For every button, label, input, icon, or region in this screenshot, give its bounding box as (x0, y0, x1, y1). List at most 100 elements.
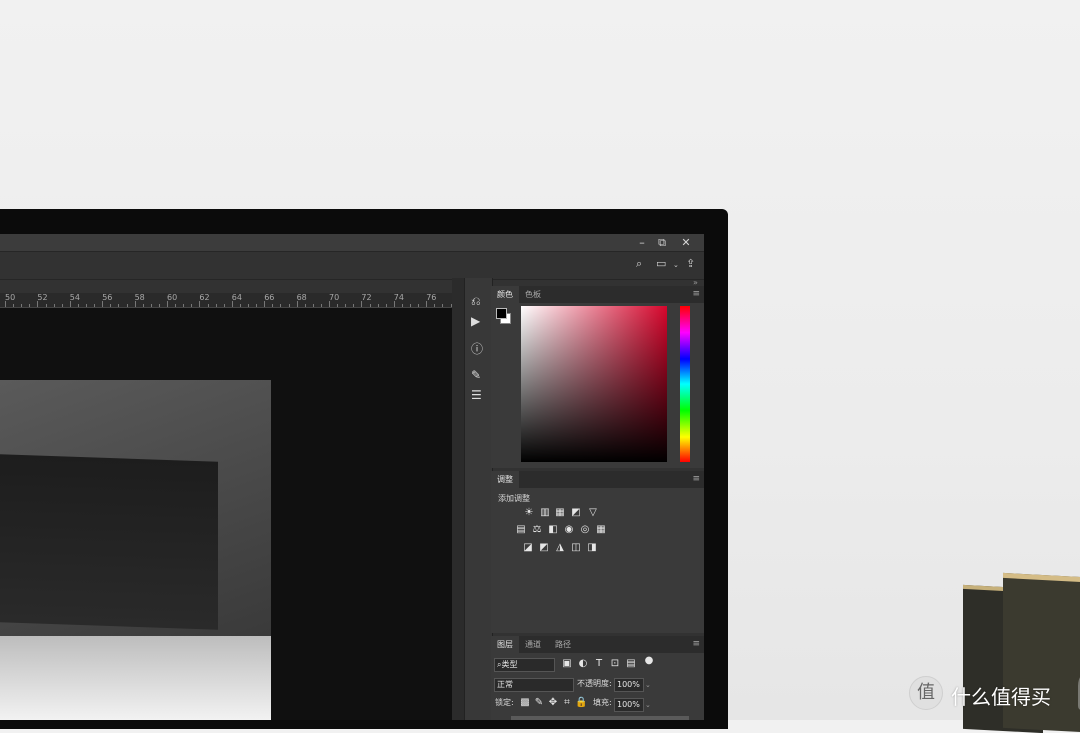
panel-menu-icon[interactable]: ≡ (692, 639, 700, 649)
image-filter-icon[interactable]: ▣ (561, 658, 573, 670)
ruler-tick (239, 304, 241, 307)
panel-menu-icon[interactable]: ≡ (692, 289, 700, 299)
minimize-button[interactable]: – (632, 234, 652, 251)
gradient-map-icon[interactable]: ◨ (586, 542, 598, 554)
ruler-tick (134, 301, 136, 307)
ruler-tick (361, 301, 363, 307)
exposure-icon[interactable]: ◩ (570, 507, 582, 519)
horizontal-ruler: 50 52 54 56 58 60 62 64 66 68 70 72 74 76 (0, 293, 452, 308)
sliders-icon[interactable]: ☰ (471, 388, 482, 402)
ruler-tick (231, 301, 233, 307)
opacity-input[interactable]: 100% (614, 678, 644, 692)
black-white-icon[interactable]: ◧ (547, 524, 559, 536)
vibrance-icon[interactable]: ▽ (587, 507, 599, 519)
ruler-tick (175, 304, 177, 307)
info-icon[interactable]: ⓘ (471, 342, 483, 356)
lock-brush-icon[interactable]: ✎ (533, 697, 545, 709)
brush-icon[interactable]: ✎ (471, 368, 481, 382)
fill-label: 填充: (593, 698, 612, 707)
ruler-tick (264, 301, 266, 307)
filter-toggle-icon[interactable]: ● (643, 655, 655, 667)
photo-filter-icon[interactable]: ◉ (563, 524, 575, 536)
fill-input[interactable]: 100% (614, 698, 644, 712)
ruler-tick (45, 304, 47, 307)
watermark-logo: 值 (909, 676, 943, 710)
layer-filter-select[interactable]: ⌕类型 (494, 658, 555, 672)
color-picker-field[interactable] (521, 306, 667, 462)
threshold-icon[interactable]: ◮ (554, 542, 566, 554)
hue-slider[interactable] (680, 306, 690, 462)
play-icon[interactable]: ▶ (471, 314, 480, 328)
layer-row-top[interactable] (511, 716, 689, 720)
panel-menu-icon[interactable]: ≡ (692, 474, 700, 484)
adjustment-filter-icon[interactable]: ◐ (577, 658, 589, 670)
smart-object-filter-icon[interactable]: ▤ (625, 658, 637, 670)
invert-icon[interactable]: ◪ (522, 542, 534, 554)
tab-layers[interactable]: 图层 (491, 636, 519, 653)
options-bar: ⌕ ▭ ⌄ ⇪ (0, 251, 704, 280)
ruler-tick (248, 304, 249, 307)
ruler-tick (377, 304, 379, 307)
tab-color[interactable]: 颜色 (491, 286, 519, 303)
lock-label: 锁定: (495, 698, 514, 707)
blend-mode-select[interactable]: 正常 (494, 678, 574, 692)
selective-color-icon[interactable]: ◫ (570, 542, 582, 554)
close-button[interactable]: ✕ (676, 234, 696, 251)
tab-adjustments[interactable]: 调整 (491, 471, 519, 488)
ruler-tick (5, 301, 6, 307)
ruler-tick (191, 304, 193, 307)
foreground-color-swatch[interactable] (496, 308, 507, 319)
ruler-tick (304, 304, 306, 307)
tab-swatches[interactable]: 色板 (519, 286, 547, 303)
chevron-down-icon[interactable]: ⌄ (673, 261, 679, 269)
ruler-tick (61, 304, 63, 307)
tab-channels[interactable]: 通道 (519, 636, 547, 653)
hue-saturation-icon[interactable]: ▤ (515, 524, 527, 536)
lock-all-icon[interactable]: 🔒 (575, 697, 587, 709)
color-lookup-icon[interactable]: ▦ (595, 524, 607, 536)
ruler-label: 64 (231, 293, 242, 302)
color-balance-icon[interactable]: ⚖ (531, 524, 543, 536)
ruler-tick (296, 301, 298, 307)
tab-paths[interactable]: 路径 (549, 636, 577, 653)
ruler-tick (37, 301, 39, 307)
levels-icon[interactable]: ▥ (539, 507, 551, 519)
ruler-label: 66 (264, 293, 275, 302)
ruler-tick (337, 304, 339, 307)
ruler-tick (410, 304, 411, 307)
restore-button[interactable]: ⧉ (652, 234, 672, 251)
title-bar: – ⧉ ✕ (0, 234, 704, 251)
ruler-label: 58 (134, 293, 145, 302)
ruler-tick (199, 301, 201, 307)
chevron-down-icon[interactable]: ⌄ (645, 681, 651, 689)
ruler-tick (21, 304, 23, 307)
ruler-tick (312, 304, 314, 307)
chevron-down-icon[interactable]: ⌄ (645, 701, 651, 709)
share-icon[interactable]: ⇪ (686, 257, 695, 270)
lock-artboard-icon[interactable]: ⌗ (561, 697, 573, 709)
shape-filter-icon[interactable]: ⊡ (609, 658, 621, 670)
curves-icon[interactable]: ▦ (554, 507, 566, 519)
ruler-tick (434, 304, 436, 307)
lock-position-icon[interactable]: ✥ (547, 697, 559, 709)
ruler-label: 62 (199, 293, 210, 302)
search-icon[interactable]: ⌕ (636, 257, 642, 271)
ruler-tick (418, 304, 420, 307)
posterize-icon[interactable]: ◩ (538, 542, 550, 554)
canvas-area[interactable] (0, 308, 452, 720)
ruler-label: 68 (296, 293, 307, 302)
channel-mixer-icon[interactable]: ◎ (579, 524, 591, 536)
ruler-tick (401, 304, 403, 307)
adjustments-panel: 调整 ≡ 添加调整 ☀ ▥ ▦ ◩ ▽ ▤ ⚖ ◧ ◉ ◎ ▦ ◪ ◩ ◮ ◫ ◨ (491, 471, 704, 633)
ruler-label: 74 (393, 293, 404, 302)
ruler-tick (256, 304, 258, 307)
lock-pixels-icon[interactable]: ▩ (519, 697, 531, 709)
ruler-tick (223, 304, 225, 307)
vertical-scrollbar[interactable] (452, 278, 464, 720)
ruler-tick (329, 301, 330, 307)
history-icon[interactable]: ⎌ (471, 294, 481, 308)
workspace-icon[interactable]: ▭ (656, 257, 666, 270)
brightness-icon[interactable]: ☀ (523, 507, 535, 519)
ruler-tick (442, 304, 444, 307)
type-filter-icon[interactable]: T (593, 658, 605, 670)
